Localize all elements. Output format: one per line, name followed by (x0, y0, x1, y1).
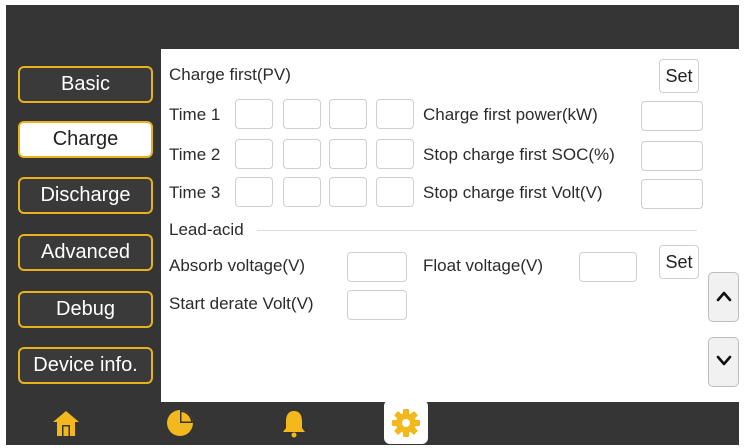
bell-icon (283, 411, 305, 438)
nav-device-info[interactable]: Device info. (18, 347, 153, 384)
device-screen: Basic Charge Discharge Advanced Debug De… (6, 5, 739, 445)
time-2-end-minute[interactable] (376, 139, 414, 169)
charge-first-power-input[interactable] (641, 101, 703, 131)
gear-icon (392, 409, 420, 437)
charge-first-power-label: Charge first power(kW) (423, 105, 598, 124)
time-2-start-hour[interactable] (235, 139, 273, 169)
scroll-down-button[interactable] (708, 337, 739, 387)
chevron-down-icon (716, 355, 732, 366)
time-1-label: Time 1 (169, 105, 221, 124)
lead-acid-title: Lead-acid (169, 220, 244, 239)
time-3-label: Time 3 (169, 183, 221, 202)
tab-home[interactable] (44, 400, 88, 444)
tab-alarms[interactable] (272, 400, 316, 444)
home-icon (53, 411, 79, 436)
stop-charge-volt-label: Stop charge first Volt(V) (423, 183, 603, 202)
start-derate-volt-label: Start derate Volt(V) (169, 294, 314, 313)
nav-basic[interactable]: Basic (18, 66, 153, 103)
lead-acid-set-button[interactable]: Set (659, 245, 699, 279)
time-3-end-minute[interactable] (376, 177, 414, 207)
stop-charge-soc-input[interactable] (641, 141, 703, 171)
scroll-up-button[interactable] (708, 272, 739, 322)
absorb-voltage-label: Absorb voltage(V) (169, 256, 306, 275)
start-derate-volt-input[interactable] (347, 290, 407, 320)
time-1-end-hour[interactable] (329, 99, 367, 129)
charge-settings-panel: Charge first(PV) Set Time 1 Charge first… (161, 49, 739, 402)
nav-advanced[interactable]: Advanced (18, 234, 153, 271)
float-voltage-label: Float voltage(V) (423, 256, 543, 275)
time-3-start-hour[interactable] (235, 177, 273, 207)
time-2-start-minute[interactable] (283, 139, 321, 169)
float-voltage-input[interactable] (579, 252, 637, 282)
lead-acid-divider (257, 230, 697, 231)
absorb-voltage-input[interactable] (347, 252, 407, 282)
time-3-end-hour[interactable] (329, 177, 367, 207)
nav-charge[interactable]: Charge (18, 121, 153, 158)
stop-charge-soc-label: Stop charge first SOC(%) (423, 145, 615, 164)
time-2-end-hour[interactable] (329, 139, 367, 169)
pie-chart-icon (167, 410, 193, 436)
tab-settings[interactable] (384, 400, 428, 444)
stop-charge-volt-input[interactable] (641, 179, 703, 209)
time-2-label: Time 2 (169, 145, 221, 164)
charge-set-button[interactable]: Set (659, 59, 699, 93)
nav-debug[interactable]: Debug (18, 291, 153, 328)
charge-first-pv-title: Charge first(PV) (169, 65, 291, 84)
time-1-end-minute[interactable] (376, 99, 414, 129)
time-1-start-minute[interactable] (283, 99, 321, 129)
nav-discharge[interactable]: Discharge (18, 177, 153, 214)
tab-statistics[interactable] (158, 400, 202, 444)
time-3-start-minute[interactable] (283, 177, 321, 207)
chevron-up-icon (716, 291, 732, 302)
time-1-start-hour[interactable] (235, 99, 273, 129)
